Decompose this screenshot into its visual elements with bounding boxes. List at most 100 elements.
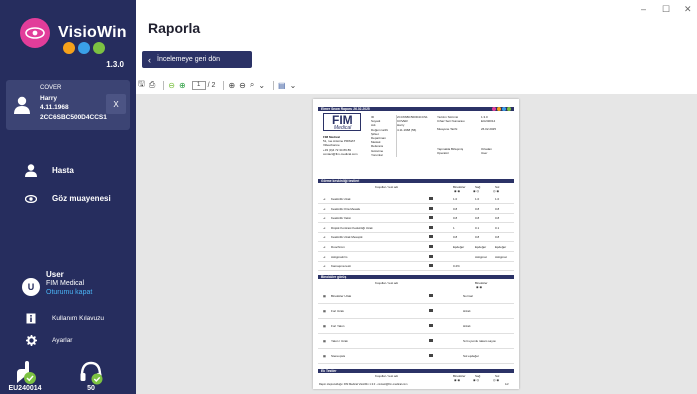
table-cell-left: 0.8 (495, 206, 500, 211)
table-cell-test-name: Duochrom (331, 245, 345, 249)
device-fields-labels: Yazılım Sürümü Cihaz Seri Numarası Muaye… (437, 115, 465, 132)
session-count: 50 (87, 385, 95, 392)
pdf-viewer[interactable]: Elmer Snow Raporu 26.02.2025 FIM Medical… (136, 94, 697, 394)
table-cell-right: 0.1 (475, 225, 480, 230)
minimize-button[interactable]: – (641, 4, 646, 14)
table-cell-binocular: 0.2% (453, 264, 460, 269)
display-mode-icon (429, 294, 433, 297)
test-type-icon: ⊿ (323, 197, 326, 201)
table-cell-binocular: 0.8 (453, 216, 458, 221)
zoom-icon[interactable]: ⌕ (250, 80, 254, 90)
back-to-exam-button[interactable]: ‹ İncelemeye geri dön (142, 51, 252, 68)
next-page-icon[interactable]: ⊕ (179, 81, 186, 90)
user-name: User (46, 270, 64, 279)
zoom-out-icon[interactable]: ⊖ (239, 81, 246, 90)
close-window-button[interactable]: ✕ (684, 4, 692, 15)
logout-link[interactable]: Oturumu kapat (46, 288, 92, 297)
display-mode-icon (429, 197, 433, 200)
user-block: U User FIM Medical Oturumu kapat (22, 270, 92, 297)
device-serial: EU240014 (8, 385, 42, 392)
report-brand-dots (492, 107, 511, 111)
user-avatar: U (22, 278, 40, 296)
table-cell-right: 0.8 (475, 235, 480, 240)
nav-item-goz-muayenesi[interactable]: Göz muayenesi (22, 194, 111, 203)
table-cell-left: 1.0 (495, 197, 500, 201)
close-patient-button[interactable]: X (106, 94, 126, 114)
left-eye-icon: ◎ ◉ (493, 189, 500, 193)
chevron-down-icon[interactable]: ⌄ (290, 81, 297, 90)
patient-name: Harry (40, 94, 57, 102)
table-cell-test-name: Yakın / Uzak (331, 339, 348, 343)
report-header-band: Elmer Snow Raporu 26.02.2025 (318, 107, 514, 111)
table-cell-test-name: Düşük Kontrast Keskinliği Uzak (331, 225, 373, 230)
table-cell-left: 0.8 (495, 235, 500, 240)
report-header-title: Elmer Snow Raporu 26.02.2025 (321, 107, 370, 111)
display-mode-icon (429, 309, 433, 312)
test-type-icon: ▦ (323, 294, 326, 298)
display-mode-icon (429, 235, 433, 239)
binocular-eyes-icon: ◉ ◉ (454, 378, 461, 382)
back-button-label: İncelemeye geri dön (157, 56, 221, 63)
display-mode-icon (429, 245, 433, 248)
row-divider (318, 348, 514, 349)
exam-fields-labels: Yapmakla Birleşmiş Operatör (437, 147, 464, 156)
eye-icon (22, 194, 40, 203)
blue-dot-icon (78, 42, 90, 54)
chevron-left-icon: ‹ (148, 54, 151, 65)
user-org: FIM Medical (46, 280, 85, 287)
field-divider (396, 115, 397, 157)
row-divider (318, 212, 514, 214)
chevron-down-icon[interactable]: ⌄ (258, 81, 265, 90)
display-mode-icon (429, 216, 433, 220)
patient-cover: COVER (40, 85, 62, 91)
sidebar: VisioWin 1.3.0 COVER Harry 4.11.1968 2CC… (0, 0, 136, 394)
table-cell-right: 0.8 (475, 206, 480, 211)
test-type-icon: ⊿ (323, 254, 326, 259)
right-eye-icon: ◉ ◎ (473, 378, 480, 382)
patient-id: 2CC6SBC500D4CCS1 (40, 113, 107, 121)
prev-page-icon[interactable]: ⊖ (168, 81, 175, 90)
display-mode-icon (429, 206, 433, 210)
table-cell-right: Eşdeğer (475, 245, 487, 249)
row-divider (318, 260, 514, 262)
patient-card[interactable]: COVER Harry 4.11.1968 2CC6SBC500D4CCS1 X (6, 80, 130, 130)
count-stat: 50 (66, 355, 116, 392)
test-type-icon: ▦ (323, 309, 326, 313)
table-cell-left: Astigmat (495, 254, 507, 259)
table-cell-result: Sol eşdeğer (463, 354, 480, 358)
print-icon[interactable]: ⎙ (149, 80, 155, 90)
hand-check-icon (0, 355, 50, 385)
fim-medical-logo: FIM Medical (323, 113, 361, 131)
green-dot-icon (507, 107, 511, 111)
row-divider (318, 333, 514, 334)
maximize-button[interactable]: ☐ (662, 4, 670, 15)
table-cell-test-name: Keskinlik Uzak (331, 197, 351, 201)
menu-item-manual[interactable]: Kullanım Kılavuzu (22, 313, 104, 324)
company-address: FIM Medical 51, rue Antoine PRIMAT Ville… (323, 135, 358, 156)
table-cell-right: Astigmat (475, 254, 487, 259)
eye-logo-icon (20, 18, 50, 48)
blue-dot-icon (502, 107, 506, 111)
pink-dot-icon (492, 107, 496, 111)
report-page-number: 1/2 (505, 383, 509, 386)
zoom-in-icon[interactable]: ⊕ (228, 81, 235, 90)
table-cell-binocular: 0.8 (453, 206, 458, 211)
table-cell-binocular: 1 (453, 225, 455, 230)
display-mode-icon (429, 354, 433, 357)
nav-item-label: Hasta (52, 166, 74, 175)
page-view-icon[interactable]: ▤ (278, 81, 286, 90)
display-mode-icon (429, 254, 433, 258)
page-number-input[interactable]: 1 (191, 80, 206, 90)
column-header-conditions: Koşullar / test adı (375, 185, 399, 189)
nav-item-hasta[interactable]: Hasta (22, 164, 74, 177)
table-cell-result: Hizalı (463, 324, 471, 328)
display-mode-icon (429, 264, 433, 268)
patient-birth-date: 4.11.1968 (40, 104, 69, 111)
row-divider (318, 318, 514, 319)
table-cell-test-name: Keskinlik Yakın (331, 216, 352, 221)
table-cell-test-name: Stereopsis (331, 354, 346, 358)
row-divider (318, 241, 514, 242)
save-pdf-icon[interactable]: 🖫 (138, 78, 145, 92)
table-cell-left: Eşdeğer (495, 245, 507, 249)
column-header-conditions: Koşullar / test adı (375, 281, 399, 285)
